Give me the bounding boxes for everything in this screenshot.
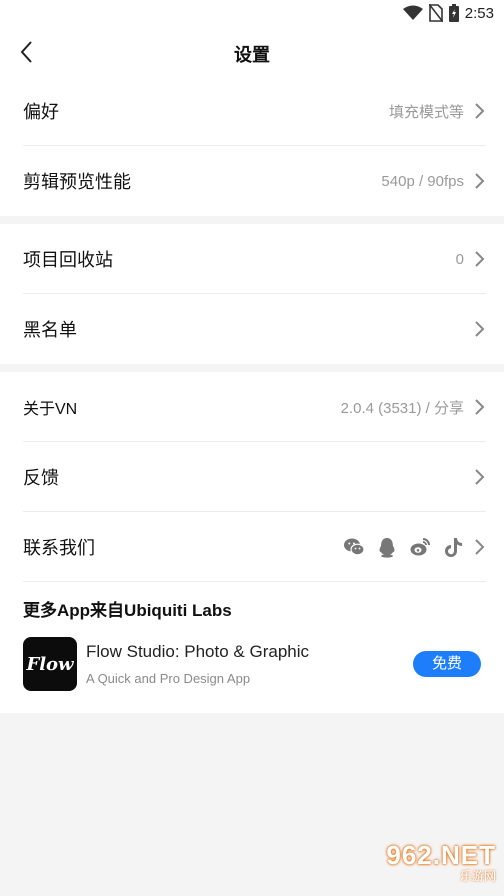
row-label: 偏好 <box>23 102 59 122</box>
feedback-row[interactable]: 反馈 <box>0 442 504 512</box>
blacklist-row[interactable]: 黑名单 <box>0 294 504 364</box>
row-label: 反馈 <box>23 468 59 488</box>
preferences-row[interactable]: 偏好 填充模式等 <box>0 76 504 146</box>
chevron-right-icon <box>475 173 485 189</box>
row-value: 2.0.4 (3531) / 分享 <box>340 399 464 417</box>
tiktok-icon[interactable] <box>442 536 464 558</box>
weibo-icon[interactable] <box>409 536 431 558</box>
wifi-icon <box>402 5 423 21</box>
row-label: 剪辑预览性能 <box>23 172 131 192</box>
no-sim-icon <box>428 4 443 22</box>
more-apps-section: 更多App来自Ubiquiti Labs Flow Flow Studio: P… <box>0 582 504 713</box>
row-label: 项目回收站 <box>23 250 113 270</box>
more-apps-heading: 更多App来自Ubiquiti Labs <box>23 601 232 620</box>
chevron-right-icon <box>475 469 485 485</box>
row-label: 联系我们 <box>23 538 95 558</box>
free-button[interactable]: 免费 <box>413 651 481 677</box>
social-icons <box>343 536 464 558</box>
row-label: 关于VN <box>23 401 78 418</box>
watermark-logo: 962.NET 乐游网 <box>366 840 496 890</box>
row-label: 黑名单 <box>23 320 77 340</box>
app-info: Flow Studio: Photo & Graphic A Quick and… <box>86 642 413 686</box>
watermark-bottom: 乐游网 <box>459 869 496 883</box>
settings-group-1: 偏好 填充模式等 剪辑预览性能 540p / 90fps <box>0 76 504 216</box>
chevron-right-icon <box>475 321 485 337</box>
qq-icon[interactable] <box>376 536 398 558</box>
chevron-right-icon <box>475 399 485 415</box>
battery-icon <box>448 4 459 22</box>
status-bar: 2:53 <box>0 0 504 28</box>
wechat-icon[interactable] <box>343 536 365 558</box>
row-value: 0 <box>455 250 464 268</box>
page-title: 设置 <box>234 45 270 65</box>
app-description: A Quick and Pro Design App <box>86 671 251 686</box>
app-name: Flow Studio: Photo & Graphic <box>86 642 310 661</box>
flow-app-icon[interactable]: Flow <box>23 637 77 691</box>
chevron-right-icon <box>475 539 485 555</box>
settings-group-2: 项目回收站 0 黑名单 <box>0 224 504 364</box>
contact-us-row[interactable]: 联系我们 <box>0 512 504 582</box>
nav-bar: 设置 <box>0 28 504 76</box>
chevron-right-icon <box>475 103 485 119</box>
about-row[interactable]: 关于VN 2.0.4 (3531) / 分享 <box>0 372 504 442</box>
settings-group-3: 关于VN 2.0.4 (3531) / 分享 反馈 联系我们 更多App来自Ub… <box>0 372 504 713</box>
row-value: 540p / 90fps <box>381 172 464 190</box>
chevron-right-icon <box>475 251 485 267</box>
row-value: 填充模式等 <box>388 103 464 121</box>
recycle-bin-row[interactable]: 项目回收站 0 <box>0 224 504 294</box>
preview-performance-row[interactable]: 剪辑预览性能 540p / 90fps <box>0 146 504 216</box>
status-time: 2:53 <box>464 4 494 22</box>
app-item[interactable]: Flow Flow Studio: Photo & Graphic A Quic… <box>23 637 481 691</box>
